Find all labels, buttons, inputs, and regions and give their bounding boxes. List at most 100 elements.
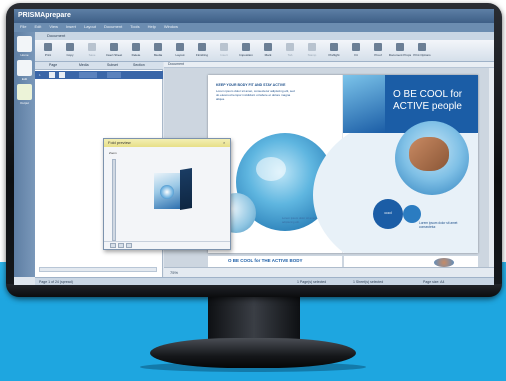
nav-edit-label: Edit <box>21 77 28 81</box>
dialog-title-bar[interactable]: Fold preview <box>104 139 230 147</box>
status-mid2: 1 Sheet(s) selected <box>353 280 384 284</box>
preflight-icon <box>330 43 338 51</box>
preflight-label: Preflight <box>328 53 340 57</box>
insert-sheet-button[interactable]: Insert Sheet <box>103 41 125 61</box>
tab-icon <box>286 43 294 51</box>
zoom-bar: 75% <box>164 267 494 277</box>
print-icon <box>44 43 52 51</box>
rotate-right-button[interactable] <box>118 243 124 248</box>
menu-document[interactable]: Document <box>104 24 122 31</box>
column-header-media[interactable]: Media <box>79 63 89 67</box>
status-mid: 1 Page(s) selected <box>297 280 327 284</box>
zoom-slider[interactable] <box>112 159 116 241</box>
zoom-level[interactable]: 75% <box>170 270 178 275</box>
menu-tools[interactable]: Tools <box>130 24 139 31</box>
status-right: Page size: A4 <box>423 280 445 284</box>
print-button[interactable]: Print <box>37 41 59 61</box>
tab-label: Tab <box>287 53 293 57</box>
preview-front-disc <box>160 185 174 199</box>
document-props-label: Document Props <box>388 53 412 57</box>
left-nav: Home Edit Output <box>14 32 35 277</box>
tab-document[interactable]: Document <box>168 62 184 66</box>
nav-output-label: Output <box>19 101 29 105</box>
horizontal-scrollbar[interactable] <box>39 267 157 272</box>
print-options-label: Print Options <box>413 53 431 57</box>
sheet-row-page: 1 <box>39 73 41 77</box>
finishing-button[interactable]: Finishing <box>191 41 213 61</box>
copy-button[interactable]: Copy <box>59 41 81 61</box>
print-options-icon <box>418 43 426 51</box>
right-page-body: Lorem ipsum dolor sit amet consectetur. <box>419 221 458 229</box>
sheet-row-selected[interactable]: 1 <box>35 71 163 79</box>
insert-icon <box>220 43 228 51</box>
fold-preview-dialog: Fold preview × Zoom <box>103 138 231 250</box>
media-label: Media <box>153 53 163 57</box>
menu-layout[interactable]: Layout <box>84 24 96 31</box>
fit-label: Fit <box>354 53 358 57</box>
app-window: PRISMAprepare File Edit View Insert Layo… <box>14 9 494 285</box>
insert-sheet-icon <box>110 43 118 51</box>
page-thumb-icon <box>59 72 65 78</box>
proof-button[interactable]: Proof <box>367 41 389 61</box>
proof-icon <box>374 43 382 51</box>
media-button[interactable]: Media <box>147 41 169 61</box>
page-spread[interactable]: KEEP YOUR BODY FIT AND STAY ACTIVE Lorem… <box>208 75 478 253</box>
tab-button[interactable]: Tab <box>279 41 301 61</box>
nav-edit-button[interactable] <box>17 60 32 76</box>
next-page-left: O BE COOL for THE ACTIVE BODY <box>208 256 342 267</box>
left-page-body: Lorem ipsum dolor sit amet, consectetur … <box>216 89 295 101</box>
proof-label: Proof <box>374 53 382 57</box>
print-options-button[interactable]: Print Options <box>411 41 433 61</box>
delete-label: Delete <box>131 53 141 57</box>
monitor-stand-base <box>150 338 356 368</box>
insert-button[interactable]: Insert <box>213 41 235 61</box>
stamp-button[interactable]: Stamp <box>301 41 323 61</box>
dialog-zoom-label: Zoom <box>109 151 117 155</box>
rotate-left-button[interactable] <box>110 243 116 248</box>
document-props-button[interactable]: Document Props <box>389 41 411 61</box>
monitor-bezel-chin <box>6 284 502 297</box>
athlete-figure <box>409 137 449 171</box>
finishing-icon <box>198 43 206 51</box>
mark-button[interactable]: Mark <box>257 41 279 61</box>
nav-output-button[interactable] <box>17 84 32 100</box>
imposition-button[interactable]: Imposition <box>235 41 257 61</box>
layout-button[interactable]: Layout <box>169 41 191 61</box>
close-icon[interactable]: × <box>223 140 228 145</box>
mark-icon <box>264 43 272 51</box>
menu-insert[interactable]: Insert <box>66 24 76 31</box>
column-header-subset[interactable]: Subset <box>107 63 118 67</box>
next-spread-headline: O BE COOL for THE ACTIVE BODY <box>228 258 303 263</box>
nav-home-label: Home <box>20 53 29 57</box>
logo-text: cool <box>384 210 392 215</box>
save-button[interactable]: Save <box>81 41 103 61</box>
print-label: Print <box>44 53 52 57</box>
reset-view-button[interactable] <box>126 243 132 248</box>
preflight-button[interactable]: Preflight <box>323 41 345 61</box>
vertical-scrollbar[interactable] <box>489 68 494 267</box>
menu-help[interactable]: Help <box>148 24 156 31</box>
document-strip: Document <box>35 32 494 40</box>
title-bar: PRISMAprepare <box>14 9 494 23</box>
page-thumb-icon <box>49 72 55 78</box>
menu-view[interactable]: View <box>49 24 58 31</box>
ribbon-toolbar: Print Copy Save Insert Sheet Delete Medi… <box>35 40 494 62</box>
fold-preview-3d[interactable] <box>154 167 192 211</box>
menu-window[interactable]: Window <box>164 24 178 31</box>
column-header-section[interactable]: Section <box>133 63 145 67</box>
menu-file[interactable]: File <box>20 24 26 31</box>
layout-label: Layout <box>175 53 185 57</box>
delete-button[interactable]: Delete <box>125 41 147 61</box>
imposition-label: Imposition <box>239 53 253 57</box>
column-header-page[interactable]: Page <box>49 63 57 67</box>
save-icon <box>88 43 96 51</box>
next-spread-preview[interactable]: O BE COOL for THE ACTIVE BODY <box>208 256 478 267</box>
document-props-icon <box>396 43 404 51</box>
delete-icon <box>132 43 140 51</box>
fit-button[interactable]: Fit <box>345 41 367 61</box>
nav-home-button[interactable] <box>17 36 32 52</box>
menu-edit[interactable]: Edit <box>34 24 41 31</box>
menu-bar: File Edit View Insert Layout Document To… <box>14 23 494 32</box>
header-photo <box>343 75 385 133</box>
surfer-wave <box>256 157 286 181</box>
